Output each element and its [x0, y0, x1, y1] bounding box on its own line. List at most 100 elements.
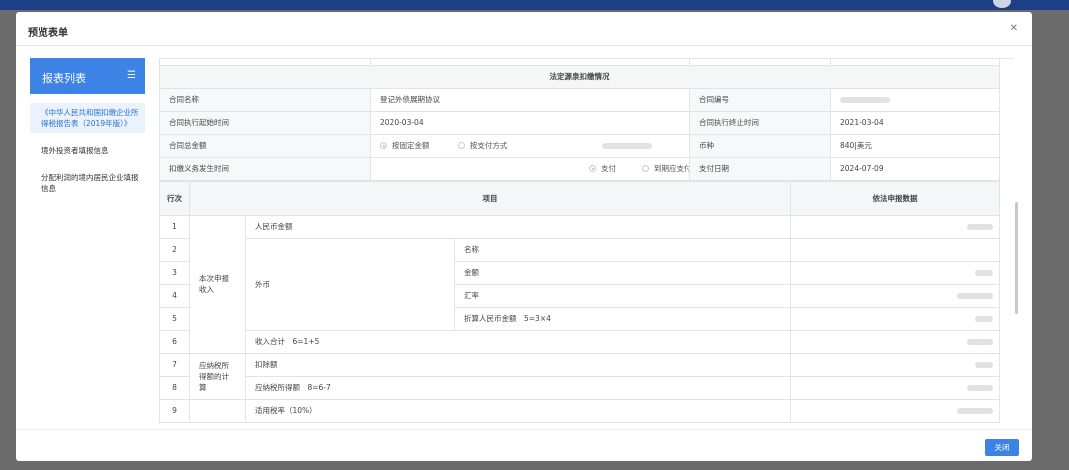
- row-number: 9: [159, 398, 190, 423]
- radio-due-payment[interactable]: 到期应支付: [642, 164, 690, 173]
- modal-title: 预览表单: [28, 28, 68, 39]
- start-time-value: 2020-03-04: [370, 110, 690, 135]
- row-value: [790, 352, 1001, 377]
- close-button[interactable]: 关闭: [985, 439, 1019, 456]
- row-item: 汇率: [453, 283, 792, 308]
- modal-footer: 关闭: [16, 429, 1032, 461]
- row-number: 4: [159, 283, 190, 308]
- currency-label: 币种: [689, 133, 831, 158]
- header-data: 依法申报数据: [790, 180, 1001, 216]
- sidebar-item-withholding-report[interactable]: 《中华人民共和国扣缴企业所得税报告表（2019年版）》: [30, 103, 145, 133]
- row-number: 2: [159, 237, 190, 262]
- redacted-value: [967, 339, 994, 345]
- row-number: 1: [159, 214, 190, 239]
- table-row: 6 收入合计 6=1+5: [159, 329, 1001, 354]
- scrollbar-thumb[interactable]: [1015, 202, 1018, 314]
- list-icon[interactable]: ☰: [127, 70, 136, 81]
- radio-icon: [380, 142, 387, 149]
- sidebar-item-domestic-enterprise[interactable]: 分配利润的境内居民企业填报信息: [30, 168, 145, 198]
- table-row: 7 应纳税所得额的计算 扣除额: [159, 352, 1001, 400]
- amount-value: 按固定金额 按支付方式: [370, 133, 690, 158]
- modal-header: 预览表单 ✕: [16, 12, 1032, 46]
- radio-payment[interactable]: 支付: [589, 164, 616, 173]
- app-header-bar: [0, 0, 1069, 10]
- obligation-time-label: 扣缴义务发生时间: [159, 156, 371, 181]
- user-avatar[interactable]: [993, 0, 1011, 8]
- row-item: 金额: [453, 260, 792, 285]
- sidebar-item-foreign-investor[interactable]: 境外投资者填报信息: [30, 141, 145, 160]
- preview-form-modal: 预览表单 ✕ 报表列表 ☰ 《中华人民共和国扣缴企业所得税报告表（2019年版）…: [16, 12, 1032, 461]
- redacted-value: [975, 270, 994, 276]
- table-row: 2 外币 名称: [159, 237, 1001, 331]
- row-value: [790, 375, 1001, 400]
- redacted-value: [840, 97, 890, 103]
- redacted-value: [957, 293, 994, 299]
- pay-date-label: 支付日期: [689, 156, 831, 181]
- end-time-label: 合同执行终止时间: [689, 110, 831, 135]
- row-item: 名称: [453, 237, 792, 262]
- close-icon[interactable]: ✕: [1010, 23, 1018, 34]
- start-time-label: 合同执行起始时间: [159, 110, 371, 135]
- row-item: 折算人民币金额 5=3×4: [453, 306, 792, 331]
- header-line: 行次: [159, 180, 190, 216]
- sidebar-header: 报表列表 ☰: [30, 58, 145, 94]
- contract-info-table: 法定源泉扣缴情况 合同名称 登记外债展期协议 合同编号 合同执行起始时间 202…: [159, 59, 1000, 181]
- row-item: 收入合计 6=1+5: [244, 329, 792, 354]
- radio-icon: [589, 165, 596, 172]
- redacted-value: [967, 224, 994, 230]
- radio-label: 按支付方式: [469, 141, 508, 150]
- row-item: 扣除额: [244, 352, 792, 377]
- radio-label: 按固定金额: [392, 141, 430, 150]
- form-content[interactable]: 法定源泉扣缴情况 合同名称 登记外债展期协议 合同编号 合同执行起始时间 202…: [159, 58, 1014, 428]
- radio-payment-method[interactable]: 按支付方式: [457, 141, 508, 150]
- radio-fixed-amount[interactable]: 按固定金额: [380, 141, 430, 150]
- row-item: 适用税率（10%）: [244, 398, 792, 423]
- row-value: [790, 329, 1001, 354]
- end-time-value: 2021-03-04: [830, 110, 1000, 135]
- table-row: 8 应纳税所得额 8=6-7: [159, 375, 1001, 400]
- group-income-label: 本次申报收入: [189, 214, 246, 354]
- row-number: 3: [159, 260, 190, 285]
- contract-number-label: 合同编号: [689, 87, 831, 112]
- header-item: 项目: [188, 180, 792, 216]
- row-value: [790, 260, 1001, 285]
- redacted-value: [975, 316, 994, 322]
- table-row: 扣缴义务发生时间 支付 到期应支付 支付日期 2024-07-09: [159, 156, 1000, 181]
- table-row: 合同名称 登记外债展期协议 合同编号: [159, 87, 1000, 112]
- table-row: 1 本次申报收入 人民币金额: [159, 214, 1001, 354]
- redacted-value: [957, 408, 994, 414]
- row-number: 8: [159, 375, 190, 400]
- row-value: [790, 398, 1001, 423]
- row-number: 6: [159, 329, 190, 354]
- table-row: 法定源泉扣缴情况: [159, 64, 1000, 89]
- redacted-value: [967, 385, 994, 391]
- table-row: 合同执行起始时间 2020-03-04 合同执行终止时间 2021-03-04: [159, 110, 1000, 135]
- redacted-value: [975, 362, 994, 368]
- table-row: 行次 项目 依法申报数据: [159, 180, 1001, 216]
- row-value: [790, 283, 1001, 308]
- row-value: [790, 306, 1001, 331]
- table-row: 9 适用税率（10%）: [159, 398, 1001, 423]
- contract-number-value: [830, 87, 1000, 112]
- redacted-value: [601, 143, 652, 149]
- contract-name-label: 合同名称: [159, 87, 371, 112]
- report-table: 行次 项目 依法申报数据 1 本次申报收入 人民币金额 2 外币 名称 3 金额: [159, 180, 1001, 423]
- currency-value: 840|美元: [830, 133, 1000, 158]
- contract-name-value: 登记外债展期协议: [370, 87, 690, 112]
- row-group-blank: [189, 398, 246, 423]
- group-taxable-label: 应纳税所得额的计算: [189, 352, 246, 400]
- report-list-sidebar: 报表列表 ☰ 《中华人民共和国扣缴企业所得税报告表（2019年版）》 境外投资者…: [30, 58, 145, 198]
- row-value: [790, 214, 1001, 239]
- sidebar-title: 报表列表: [42, 72, 86, 85]
- amount-label: 合同总金额: [159, 133, 371, 158]
- radio-label: 到期应支付: [654, 164, 690, 173]
- foreign-currency-label: 外币: [245, 237, 455, 331]
- section-title: 法定源泉扣缴情况: [159, 64, 1000, 89]
- radio-icon: [642, 165, 649, 172]
- row-value: [790, 237, 1001, 262]
- row-number: 7: [159, 352, 190, 377]
- row-item: 应纳税所得额 8=6-7: [244, 375, 792, 400]
- row-number: 5: [159, 306, 190, 331]
- pay-date-value: 2024-07-09: [830, 156, 1000, 181]
- radio-icon: [457, 142, 465, 149]
